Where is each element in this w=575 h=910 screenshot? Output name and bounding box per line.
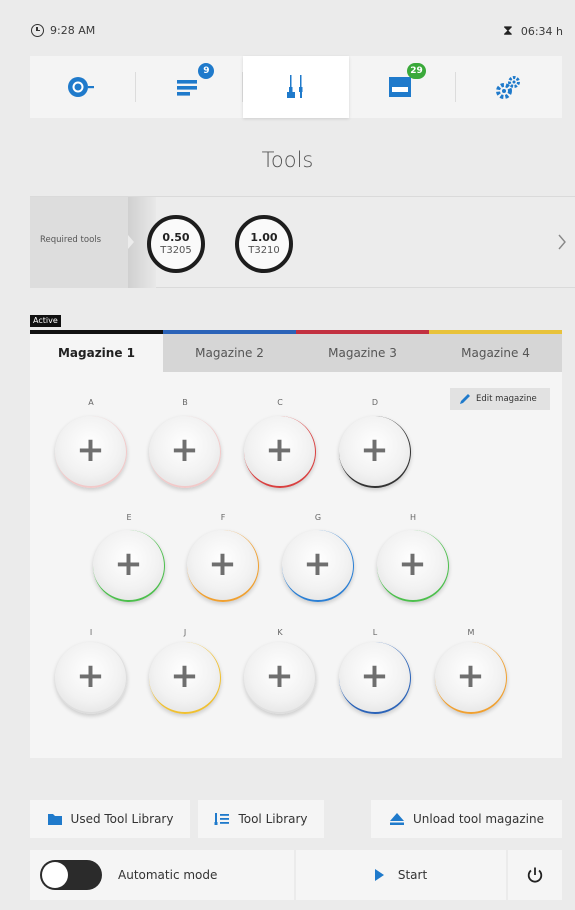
slot-m[interactable]: + [435, 642, 507, 714]
slot-label: B [182, 398, 188, 407]
automatic-mode-label: Automatic mode [118, 868, 218, 882]
clock-icon [31, 24, 44, 37]
tool-diameter: 0.50 [162, 231, 190, 245]
slot-i[interactable]: + [55, 642, 127, 714]
nav-machine[interactable]: 29 [349, 56, 456, 118]
tab-magazine-1[interactable]: Magazine 1 [30, 330, 163, 372]
plus-icon: + [398, 544, 427, 584]
slot-label: K [277, 628, 283, 637]
plus-icon: + [265, 430, 294, 470]
plus-icon: + [303, 544, 332, 584]
tool-id: T3210 [248, 244, 280, 256]
list-info-icon [176, 80, 197, 96]
bottom-control-bar: Automatic mode Start [30, 850, 562, 900]
magazine-tabs: Magazine 1 Magazine 2 Magazine 3 Magazin… [30, 330, 562, 372]
magazine-slots-area: Edit magazine A + B + C + D + E + F + G … [30, 372, 562, 758]
nav-home[interactable] [30, 56, 137, 118]
page-title: Tools [261, 148, 314, 172]
tools-icon [287, 75, 303, 98]
slot-a[interactable]: + [55, 416, 127, 488]
slot-label: J [183, 628, 187, 637]
slot-j[interactable]: + [149, 642, 221, 714]
plus-icon: + [360, 430, 389, 470]
slot-l[interactable]: + [339, 642, 411, 714]
power-icon [527, 867, 543, 883]
nav-tools[interactable] [242, 56, 350, 118]
tab-magazine-3[interactable]: Magazine 3 [296, 330, 429, 372]
used-tool-library-button[interactable]: Used Tool Library [30, 800, 190, 838]
plus-icon: + [208, 544, 237, 584]
slot-b[interactable]: + [149, 416, 221, 488]
status-time: 9:28 AM [31, 24, 95, 37]
status-bar: 9:28 AM ⧗ 06:34 h [0, 0, 575, 50]
duration-text: 06:34 h [520, 24, 563, 38]
required-tools-label: Required tools [40, 235, 102, 245]
main-nav: 9 29 [30, 56, 562, 118]
used-tool-library-label: Used Tool Library [70, 812, 174, 826]
tab-magazine-2[interactable]: Magazine 2 [163, 330, 296, 372]
toggle-knob [42, 862, 68, 888]
pencil-icon [460, 394, 470, 404]
slot-d[interactable]: + [339, 416, 411, 488]
edit-magazine-button[interactable]: Edit magazine [450, 388, 550, 410]
slot-label: M [467, 628, 475, 637]
required-tools-strip[interactable]: Required tools 0.50 T3205 1.00 T3210 [30, 196, 575, 288]
nav-jobs[interactable]: 9 [136, 56, 243, 118]
hourglass-icon: ⧗ [503, 23, 513, 39]
active-badge: Active [30, 315, 61, 327]
jobs-badge: 9 [198, 63, 215, 79]
required-tool-2[interactable]: 1.00 T3210 [235, 215, 293, 273]
tool-library-label: Tool Library [238, 812, 308, 826]
slot-c[interactable]: + [244, 416, 316, 488]
slot-label: D [371, 398, 379, 407]
gears-icon [495, 76, 520, 99]
plus-icon: + [170, 430, 199, 470]
chevron-right-icon[interactable] [557, 233, 567, 251]
plus-icon: + [265, 656, 294, 696]
tool-list-icon [214, 813, 230, 825]
status-duration: ⧗ 06:34 h [503, 24, 563, 38]
slot-label: C [277, 398, 283, 407]
slot-label: L [372, 628, 378, 637]
slot-label: E [126, 513, 132, 522]
automatic-mode-toggle[interactable] [40, 860, 102, 890]
plus-icon: + [360, 656, 389, 696]
slot-label: F [220, 513, 226, 522]
slot-label: G [314, 513, 322, 522]
edit-magazine-label: Edit magazine [476, 394, 537, 404]
plus-icon: + [114, 544, 143, 584]
slot-k[interactable]: + [244, 642, 316, 714]
play-icon [374, 869, 384, 881]
tool-id: T3205 [160, 244, 192, 256]
plus-icon: + [456, 656, 485, 696]
nav-settings[interactable] [456, 56, 562, 118]
slot-e[interactable]: + [93, 530, 165, 602]
time-text: 9:28 AM [50, 24, 96, 37]
target-arrow-icon [68, 77, 95, 97]
tool-diameter: 1.00 [250, 231, 278, 245]
slot-label: H [409, 513, 416, 522]
required-tool-1[interactable]: 0.50 T3205 [147, 215, 205, 273]
slot-h[interactable]: + [377, 530, 449, 602]
folder-icon [47, 814, 62, 825]
automatic-mode-section: Automatic mode [30, 850, 294, 900]
slot-f[interactable]: + [187, 530, 259, 602]
tool-library-button[interactable]: Tool Library [198, 800, 324, 838]
eject-icon [389, 813, 404, 825]
plus-icon: + [76, 430, 105, 470]
plus-icon: + [170, 656, 199, 696]
required-tools-panel: Required tools [30, 197, 128, 288]
machine-badge: 29 [407, 63, 426, 79]
power-button[interactable] [508, 850, 562, 900]
tab-magazine-4[interactable]: Magazine 4 [429, 330, 562, 372]
unload-tool-magazine-button[interactable]: Unload tool magazine [371, 800, 562, 838]
start-label: Start [397, 868, 428, 882]
start-button[interactable]: Start [296, 850, 506, 900]
slot-g[interactable]: + [282, 530, 354, 602]
plus-icon: + [76, 656, 105, 696]
slot-label: A [88, 398, 94, 407]
slot-label: I [89, 628, 93, 637]
unload-tool-magazine-label: Unload tool magazine [412, 812, 545, 826]
